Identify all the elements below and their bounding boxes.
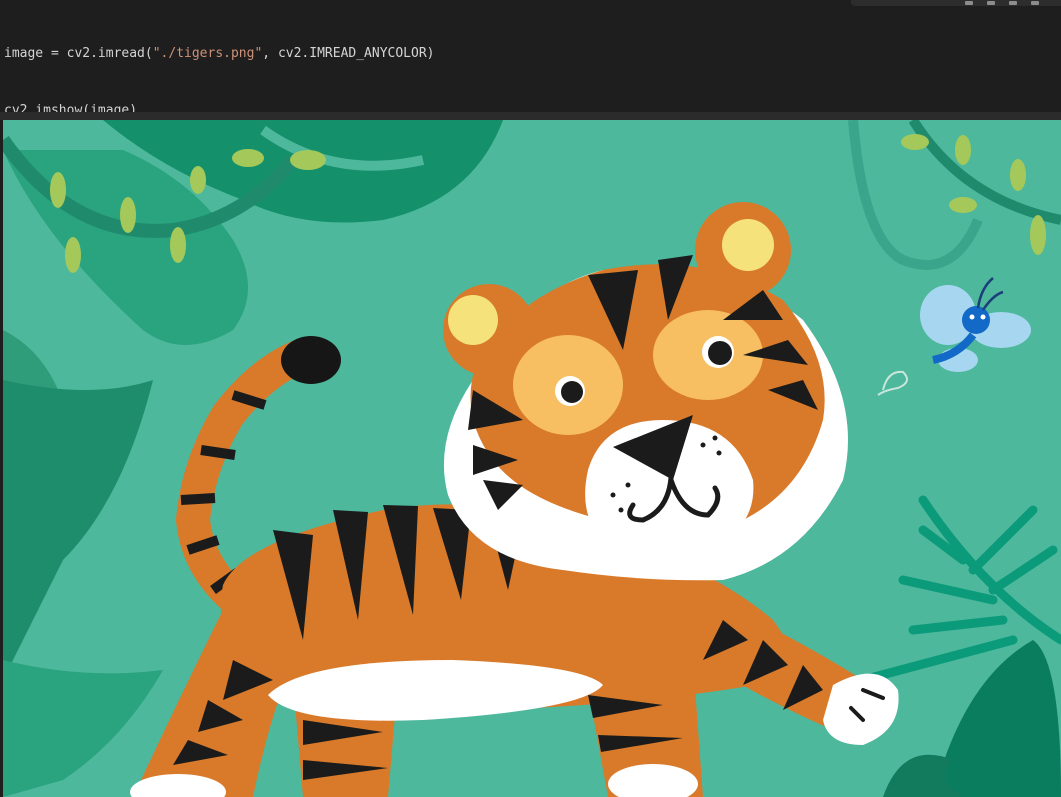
move-down-icon[interactable] <box>987 1 995 5</box>
delete-icon[interactable] <box>1031 1 1039 5</box>
code-text: image = cv2.imread( <box>4 46 153 61</box>
output-separator <box>0 112 1061 120</box>
output-image <box>3 120 1061 797</box>
code-text: , cv2.IMREAD_ANYCOLOR) <box>262 46 435 61</box>
cell-toolbar <box>851 0 1061 6</box>
copy-icon[interactable] <box>1009 1 1017 5</box>
code-line-1: image = cv2.imread("./tigers.png", cv2.I… <box>4 44 434 63</box>
move-up-icon[interactable] <box>965 1 973 5</box>
code-cell[interactable]: image = cv2.imread("./tigers.png", cv2.I… <box>0 0 1061 118</box>
code-string: "./tigers.png" <box>152 46 263 61</box>
